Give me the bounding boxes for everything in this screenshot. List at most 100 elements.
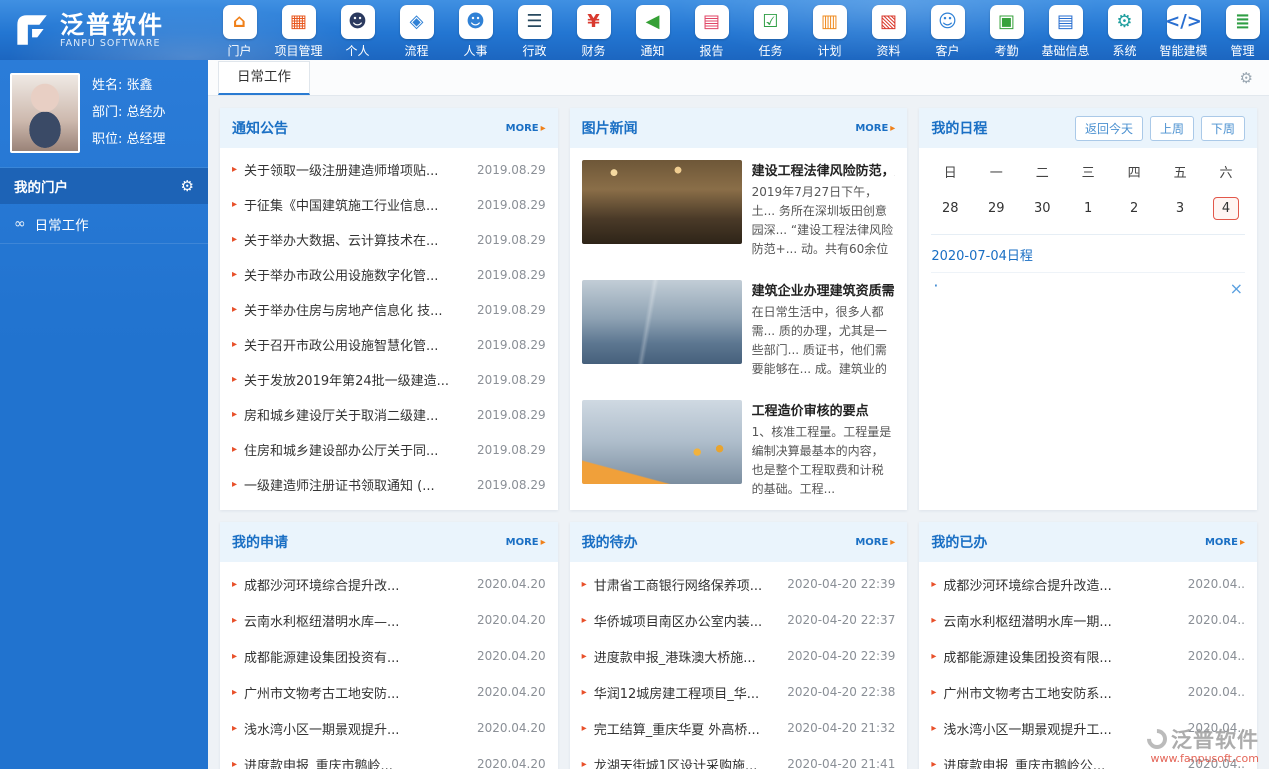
date-number: 3 [1167, 197, 1193, 220]
todo-item[interactable]: ▸ 进度款申报_港珠澳大桥施... 2020-04-20 22:39 [582, 638, 896, 674]
topnav-item[interactable]: ▧ 资料 [859, 2, 918, 59]
application-date: 2020.04.20 [477, 685, 546, 699]
notice-item[interactable]: ▸ 关于举办大数据、云计算技术在... 2019.08.29 [232, 222, 546, 257]
topnav-item[interactable]: ⌂ 门户 [210, 2, 269, 59]
notice-item[interactable]: ▸ 关于召开市政公用设施智慧化管... 2019.08.29 [232, 327, 546, 362]
date-cell[interactable]: 30 [1019, 189, 1065, 228]
application-item[interactable]: ▸ 成都能源建设集团投资有... 2020.04.20 [232, 638, 546, 674]
date-cell[interactable]: 2 [1111, 189, 1157, 228]
todos-more-link[interactable]: MORE ▸ [855, 537, 895, 548]
topnav-label: 客户 [935, 42, 959, 59]
topnav-item[interactable]: ¥ 财务 [564, 2, 623, 59]
notice-item[interactable]: ▸ 房和城乡建设厅关于取消二级建... 2019.08.29 [232, 397, 546, 432]
bullet-arrow-icon: ▸ [232, 723, 237, 734]
todo-item[interactable]: ▸ 龙湖天街城1区设计采购施... 2020-04-20 21:41 [582, 746, 896, 769]
notice-text: 关于发放2019年第24批一级建造... [244, 370, 469, 389]
topnav-item[interactable]: </> 智能建模 [1154, 2, 1213, 59]
done-item[interactable]: ▸ 广州市文物考古工地安防系... 2020.04.. [931, 674, 1245, 710]
topnav-item[interactable]: ☻ 人事 [446, 2, 505, 59]
application-date: 2020.04.20 [477, 613, 546, 627]
notice-item[interactable]: ▸ 关于举办市政公用设施数字化管... 2019.08.29 [232, 257, 546, 292]
news-image [582, 160, 742, 244]
tab-daily-work[interactable]: 日常工作 [218, 61, 310, 95]
notices-more-link[interactable]: MORE ▸ [506, 123, 546, 134]
panel-header: 我的日程 返回今天 上周 下周 [919, 108, 1257, 148]
notice-item[interactable]: ▸ 于征集《中国建筑施工行业信息... 2019.08.29 [232, 187, 546, 222]
more-arrow-icon: ▸ [890, 537, 895, 548]
close-icon[interactable]: × [1230, 279, 1243, 298]
portal-section-header[interactable]: 我的门户 ⚙ [0, 167, 208, 204]
topnav-item[interactable]: ▦ 项目管理 [269, 2, 328, 59]
schedule-nav-button[interactable]: 上周 [1150, 116, 1194, 141]
schedule-nav-button[interactable]: 返回今天 [1075, 116, 1143, 141]
bullet-arrow-icon: ▸ [232, 651, 237, 662]
date-cell[interactable]: 4 [1203, 189, 1249, 228]
date-cell[interactable]: 1 [1065, 189, 1111, 228]
todo-text: 甘肃省工商银行网络保养项... [594, 575, 780, 594]
topnav-item[interactable]: ≣ 管理 [1213, 2, 1269, 59]
sidebar-item-label: 日常工作 [35, 214, 89, 234]
settings-wrench-icon[interactable]: ⚙ [1240, 69, 1253, 87]
todo-item[interactable]: ▸ 完工结算_重庆华夏 外高桥... 2020-04-20 21:32 [582, 710, 896, 746]
tab-bar: 日常工作 ⚙ [208, 60, 1269, 96]
news-item[interactable]: 建筑企业办理建筑资质需要... 在日常生活中，很多人都需... 质的办理，尤其是… [582, 280, 896, 388]
application-item[interactable]: ▸ 浅水湾小区一期景观提升... 2020.04.20 [232, 710, 546, 746]
panel-title: 我的申请 [232, 532, 288, 552]
gear-icon[interactable]: ⚙ [181, 177, 194, 195]
done-item[interactable]: ▸ 进度款申报_重庆市鹅岭公... 2020.04.. [931, 746, 1245, 769]
done-more-link[interactable]: MORE ▸ [1205, 537, 1245, 548]
topnav-item[interactable]: ☺ 客户 [918, 2, 977, 59]
topnav-item[interactable]: ☑ 任务 [741, 2, 800, 59]
topnav-item[interactable]: ☻ 个人 [328, 2, 387, 59]
todo-item[interactable]: ▸ 甘肃省工商银行网络保养项... 2020-04-20 22:39 [582, 566, 896, 602]
nav-icon-tile: ◀ [636, 5, 670, 39]
notice-item[interactable]: ▸ 关于发放2019年第24批一级建造... 2019.08.29 [232, 362, 546, 397]
done-item[interactable]: ▸ 成都沙河环境综合提升改造... 2020.04.. [931, 566, 1245, 602]
application-item[interactable]: ▸ 广州市文物考古工地安防... 2020.04.20 [232, 674, 546, 710]
news-item[interactable]: 工程造价审核的要点 1、核准工程量。工程量是编制决算最基本的内容，也是整个工程取… [582, 400, 896, 508]
application-item[interactable]: ▸ 成都沙河环境综合提升改... 2020.04.20 [232, 566, 546, 602]
topnav-item[interactable]: ▥ 计划 [800, 2, 859, 59]
profile-name: 姓名: 张鑫 [92, 72, 166, 99]
notice-item[interactable]: ▸ 关于领取一级注册建造师增项贴... 2019.08.29 [232, 152, 546, 187]
nav-icon-tile: ▣ [990, 5, 1024, 39]
panel-header: 我的申请 MORE ▸ [220, 522, 558, 562]
topnav-item[interactable]: ☰ 行政 [505, 2, 564, 59]
applications-more-link[interactable]: MORE ▸ [506, 537, 546, 548]
topnav-label: 行政 [522, 42, 546, 59]
manage-sliders-icon: ≣ [1235, 13, 1250, 31]
date-cell[interactable]: 3 [1157, 189, 1203, 228]
topnav-item[interactable]: ◀ 通知 [623, 2, 682, 59]
todo-item[interactable]: ▸ 华润12城房建工程项目_华... 2020-04-20 22:38 [582, 674, 896, 710]
application-item[interactable]: ▸ 进度款申报_重庆市鹅岭... 2020.04.20 [232, 746, 546, 769]
done-item[interactable]: ▸ 成都能源建设集团投资有限... 2020.04.. [931, 638, 1245, 674]
todo-item[interactable]: ▸ 华侨城项目南区办公室内装... 2020-04-20 22:37 [582, 602, 896, 638]
notice-item[interactable]: ▸ 关于举办住房与房地产信息化 技... 2019.08.29 [232, 292, 546, 327]
done-item[interactable]: ▸ 浅水湾小区一期景观提升工... 2020.04.. [931, 710, 1245, 746]
topnav-item[interactable]: ▤ 基础信息 [1036, 2, 1095, 59]
topnav-label: 通知 [640, 42, 664, 59]
notice-date: 2019.08.29 [477, 233, 546, 247]
notices-list: ▸ 关于领取一级注册建造师增项贴... 2019.08.29 ▸ 于征集《中国建… [220, 148, 558, 502]
schedule-nav-button[interactable]: 下周 [1201, 116, 1245, 141]
topnav-item[interactable]: ◈ 流程 [387, 2, 446, 59]
topnav-item[interactable]: ▤ 报告 [682, 2, 741, 59]
news-text: 在日常生活中，很多人都需... 质的办理，尤其是一些部门... 质证书，他们需要… [752, 303, 896, 379]
done-date: 2020.04.. [1188, 757, 1245, 769]
bullet-arrow-icon: ▸ [582, 759, 587, 769]
topnav-item[interactable]: ▣ 考勤 [977, 2, 1036, 59]
application-item[interactable]: ▸ 云南水利枢纽潜明水库—... 2020.04.20 [232, 602, 546, 638]
weekday-label: 二 [1019, 154, 1065, 189]
nav-icon-tile: ¥ [577, 5, 611, 39]
date-cell[interactable]: 29 [973, 189, 1019, 228]
sidebar-item-daily-work[interactable]: ∞ 日常工作 [0, 204, 208, 244]
date-cell[interactable]: 28 [927, 189, 973, 228]
topnav-item[interactable]: ⚙ 系统 [1095, 2, 1154, 59]
topnav-label: 计划 [817, 42, 841, 59]
notice-date: 2019.08.29 [477, 443, 546, 457]
news-more-link[interactable]: MORE ▸ [855, 123, 895, 134]
notice-item[interactable]: ▸ 一级建造师注册证书领取通知 (... 2019.08.29 [232, 467, 546, 502]
done-item[interactable]: ▸ 云南水利枢纽潜明水库一期... 2020.04.. [931, 602, 1245, 638]
notice-item[interactable]: ▸ 住房和城乡建设部办公厅关于同... 2019.08.29 [232, 432, 546, 467]
news-item[interactable]: 建设工程法律风险防范，建... 2019年7月27日下午，土... 务所在深圳坂… [582, 160, 896, 268]
